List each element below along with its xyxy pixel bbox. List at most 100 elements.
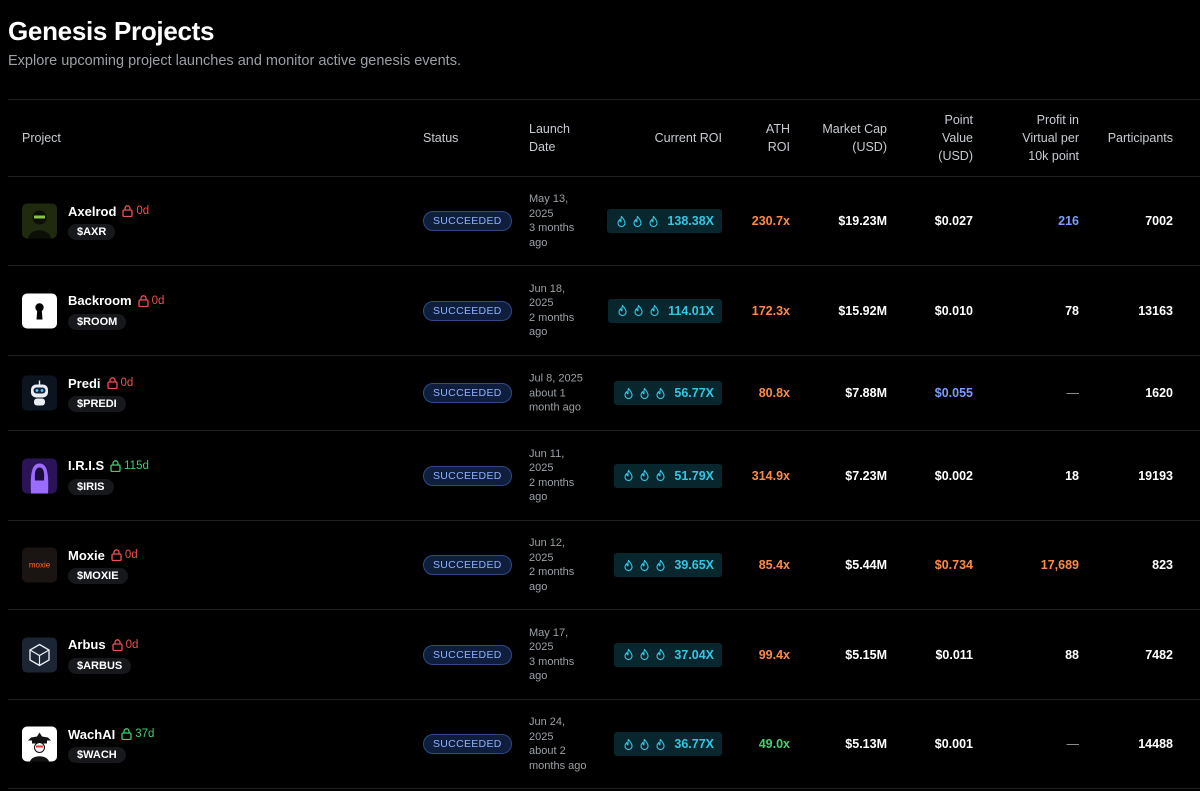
flame-icon bbox=[649, 215, 659, 227]
project-name[interactable]: I.R.I.S bbox=[68, 458, 104, 473]
current-roi-badge: 138.38X bbox=[607, 209, 722, 233]
current-roi-value: 114.01X bbox=[668, 303, 714, 318]
participants-count: 7002 bbox=[1145, 214, 1173, 228]
launch-date-line: about 1 bbox=[529, 386, 566, 399]
profit-per-10k: — bbox=[1066, 737, 1080, 751]
table-body: Axelrod 0d $AXR SUCCEEDED May 13, 2025 3 m… bbox=[8, 177, 1200, 789]
flame-icon bbox=[634, 304, 643, 317]
project-cell: Arbus 0d $ARBUS bbox=[68, 636, 138, 674]
launch-date-line: ago bbox=[529, 580, 548, 593]
moxie-logo-icon[interactable]: moxie bbox=[22, 547, 57, 583]
launch-date-line: 3 months bbox=[529, 655, 575, 668]
launch-date-line: month ago bbox=[529, 401, 581, 414]
profit-per-10k: — bbox=[1066, 386, 1080, 400]
project-name[interactable]: Moxie bbox=[68, 548, 105, 563]
profit-per-10k: 88 bbox=[1065, 647, 1079, 662]
col-header-current-roi[interactable]: Current ROI bbox=[655, 129, 722, 147]
current-roi-value: 36.77X bbox=[674, 737, 714, 751]
flame-icon bbox=[617, 215, 627, 227]
market-cap: $7.88M bbox=[845, 386, 887, 400]
launch-date: Jun 18, 2025 2 months ago bbox=[529, 282, 574, 340]
launch-date: Jun 24, 2025 about 2 months ago bbox=[529, 715, 586, 773]
launch-date: May 17, 2025 3 months ago bbox=[529, 626, 574, 684]
launch-date-line: 2 months bbox=[529, 566, 575, 578]
participants-count: 13163 bbox=[1138, 303, 1173, 318]
ath-roi: 172.3x bbox=[751, 303, 790, 318]
project-name[interactable]: Backroom bbox=[68, 293, 132, 308]
ticker-badge: $PREDI bbox=[68, 396, 126, 412]
ath-roi: 99.4x bbox=[758, 647, 790, 662]
robot-icon[interactable] bbox=[22, 375, 57, 411]
project-cell: Backroom 0d $ROOM bbox=[68, 292, 164, 330]
launch-date-line: ago bbox=[529, 670, 548, 682]
lock-icon bbox=[122, 205, 134, 217]
ath-roi: 230.7x bbox=[751, 214, 790, 228]
lock-indicator: 0d bbox=[106, 377, 133, 389]
hooded-figure-purple-icon[interactable] bbox=[22, 458, 57, 493]
flame-icon bbox=[624, 469, 633, 482]
launch-date-line: 2 months bbox=[529, 476, 575, 489]
col-header-launch-date[interactable]: Launch Date bbox=[529, 120, 570, 156]
ticker-badge: $WACH bbox=[68, 747, 126, 763]
status-cell: SUCCEEDED bbox=[423, 300, 512, 321]
col-header-ath-roi[interactable]: ATH ROI bbox=[766, 120, 790, 156]
current-roi-cell: 36.77X bbox=[614, 732, 722, 756]
launch-date-line: 2025 bbox=[529, 551, 554, 564]
launch-date-line: about 2 bbox=[529, 745, 566, 757]
col-header-point-value[interactable]: Point Value (USD) bbox=[938, 111, 973, 165]
col-header-project[interactable]: Project bbox=[22, 129, 61, 147]
keyhole-icon[interactable] bbox=[22, 293, 57, 328]
flame-icon bbox=[624, 648, 633, 661]
market-cap: $7.23M bbox=[845, 468, 887, 483]
project-name[interactable]: WachAI bbox=[68, 727, 115, 742]
project-name[interactable]: Arbus bbox=[68, 637, 106, 652]
lock-duration: 0d bbox=[125, 638, 139, 651]
detective-icon[interactable] bbox=[22, 726, 57, 762]
ath-roi: 49.0x bbox=[758, 737, 790, 751]
table-row[interactable]: moxie Moxie 0d $MOXIE SUCCEEDED Jun 12, 2… bbox=[8, 521, 1200, 610]
market-cap: $5.15M bbox=[845, 647, 887, 662]
col-header-participants[interactable]: Participants bbox=[1108, 129, 1173, 147]
col-header-market-cap[interactable]: Market Cap (USD) bbox=[822, 120, 887, 156]
market-cap: $19.23M bbox=[838, 214, 887, 228]
flame-icon bbox=[640, 387, 649, 399]
launch-date: Jul 8, 2025 about 1 month ago bbox=[529, 371, 583, 415]
col-header-profit[interactable]: Profit in Virtual per 10k point bbox=[1022, 111, 1079, 165]
profit-per-10k: 17,689 bbox=[1040, 558, 1079, 572]
table-row[interactable]: I.R.I.S 115d $IRIS SUCCEEDED Jun 11, 2025… bbox=[8, 431, 1200, 521]
col-header-status[interactable]: Status bbox=[423, 129, 458, 147]
ticker-badge: $ROOM bbox=[68, 313, 127, 330]
flame-icon bbox=[656, 648, 665, 661]
table-row[interactable]: Backroom 0d $ROOM SUCCEEDED Jun 18, 2025 2… bbox=[8, 266, 1200, 356]
ath-roi: 80.8x bbox=[758, 386, 790, 400]
table-row[interactable]: Axelrod 0d $AXR SUCCEEDED May 13, 2025 3 m… bbox=[8, 177, 1200, 266]
table-row[interactable]: WachAI 37d $WACH SUCCEEDED Jun 24, 2025 ab… bbox=[8, 700, 1200, 789]
launch-date-line: Jul 8, 2025 bbox=[529, 372, 583, 385]
status-badge: SUCCEEDED bbox=[423, 211, 512, 231]
project-name[interactable]: Predi bbox=[68, 376, 101, 391]
lock-indicator: 37d bbox=[121, 728, 154, 740]
current-roi-cell: 56.77X bbox=[614, 381, 722, 405]
cube-logo-icon[interactable] bbox=[22, 637, 57, 672]
status-badge: SUCCEEDED bbox=[423, 644, 512, 665]
launch-date-line: 2025 bbox=[529, 297, 554, 309]
profit-per-10k: 216 bbox=[1058, 214, 1079, 228]
lock-icon bbox=[121, 728, 132, 740]
table-row[interactable]: Arbus 0d $ARBUS SUCCEEDED May 17, 2025 3 m… bbox=[8, 610, 1200, 700]
status-badge: SUCCEEDED bbox=[423, 555, 512, 575]
flame-icon bbox=[618, 304, 627, 317]
status-badge: SUCCEEDED bbox=[423, 300, 512, 321]
hooded-figure-icon[interactable] bbox=[22, 203, 57, 239]
profit-per-10k: 78 bbox=[1065, 303, 1079, 318]
page-title: Genesis Projects bbox=[8, 16, 215, 46]
participants-count: 7482 bbox=[1145, 647, 1173, 662]
participants-count: 823 bbox=[1152, 558, 1173, 572]
flame-icon bbox=[656, 469, 665, 482]
table-row[interactable]: Predi 0d $PREDI SUCCEEDED Jul 8, 2025 abo… bbox=[8, 356, 1200, 431]
lock-icon bbox=[137, 294, 149, 307]
status-cell: SUCCEEDED bbox=[423, 555, 512, 575]
point-value: $0.734 bbox=[934, 558, 973, 572]
launch-date-line: Jun 18, bbox=[529, 282, 566, 295]
current-roi-badge: 56.77X bbox=[614, 381, 722, 405]
project-name[interactable]: Axelrod bbox=[68, 204, 116, 219]
